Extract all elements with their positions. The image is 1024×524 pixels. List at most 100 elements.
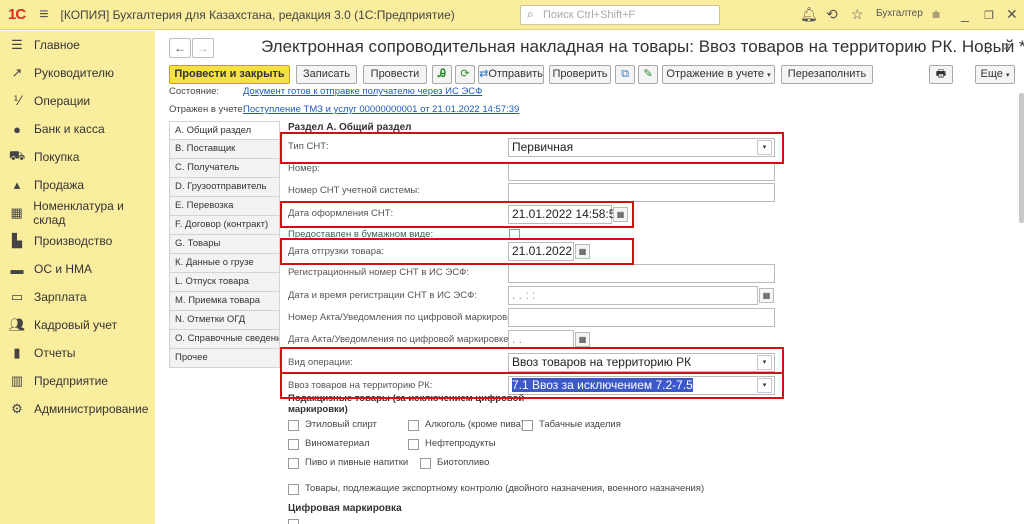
digital-marking-checkbox[interactable] (288, 519, 299, 524)
excise-checkbox-oil[interactable] (408, 439, 419, 450)
sidebar-item-nomenclature[interactable]: ▦ Номенклатура и склад (0, 199, 155, 227)
tab-release[interactable]: L. Отпуск товара (169, 273, 280, 292)
tab-goods[interactable]: G. Товары (169, 235, 280, 254)
wallet-icon: ▭ (10, 289, 24, 304)
sidebar-item-admin[interactable]: ⚙ Администрирование (0, 395, 155, 423)
restore-icon[interactable]: ❐ (984, 9, 994, 22)
search-input[interactable]: ⌕ Поиск Ctrl+Shift+F (520, 5, 720, 25)
excise-checkbox-alcohol[interactable] (408, 420, 419, 431)
sidebar-item-label: Номенклатура и склад (33, 199, 124, 227)
scrollbar[interactable] (1019, 93, 1024, 223)
document-form: ← → Электронная сопроводительная накладн… (155, 31, 1024, 524)
excise-checkbox-wine[interactable] (288, 439, 299, 450)
building-icon: ▥ (10, 373, 24, 388)
sidebar-item-fixed-assets[interactable]: ▬ ОС и НМА (0, 255, 155, 283)
post-and-close-button[interactable]: Провести и закрыть (169, 65, 290, 84)
cart-icon: ⛟ (8, 148, 26, 163)
number-field[interactable] (508, 162, 775, 181)
history-icon[interactable]: ⟲ (826, 6, 838, 23)
more-actions-icon[interactable]: ⋮ (981, 39, 995, 56)
sidebar-item-label: Кадровый учет (34, 318, 118, 332)
chart-icon: ▮ (13, 345, 21, 360)
send-button[interactable]: ⇄Отправить (478, 65, 544, 84)
truck-icon: ▬ (10, 261, 24, 277)
tab-cargo[interactable]: К. Данные о грузе (169, 254, 280, 273)
sidebar-item-main[interactable]: ☰ Главное (0, 31, 155, 59)
check-button[interactable]: Проверить (549, 65, 611, 84)
act-date-label: Дата Акта/Уведомления по цифровой маркир… (288, 334, 512, 345)
sidebar-item-production[interactable]: ▙ Производство (0, 227, 155, 255)
sidebar-item-manager[interactable]: ↗ Руководителю (0, 59, 155, 87)
excise-checkbox-tobacco[interactable] (522, 420, 533, 431)
star-icon[interactable]: ☆ (851, 6, 864, 23)
reg-number-field[interactable] (508, 264, 775, 283)
forward-button[interactable]: → (192, 38, 214, 58)
posting-journal-icon[interactable]: Ꭿ (432, 65, 452, 84)
send-icon: ⇄ (479, 68, 489, 80)
bell-icon[interactable]: 🔔︎ (800, 6, 818, 23)
export-control-checkbox[interactable] (288, 484, 299, 495)
tab-recipient[interactable]: С. Получатель (169, 159, 280, 178)
excise-checkbox-ethyl[interactable] (288, 420, 299, 431)
reflected-link[interactable]: Поступление ТМЗ и услуг 00000000001 от 2… (243, 104, 519, 115)
minimize-icon[interactable]: _ (961, 6, 969, 22)
sidebar-item-purchase[interactable]: ⛟ Покупка (0, 143, 155, 171)
post-button[interactable]: Провести (363, 65, 427, 84)
edit-icon[interactable]: ✎ (638, 65, 658, 84)
more-button[interactable]: Еще ▾ (975, 65, 1015, 84)
state-link[interactable]: Документ готов к отправке получателю чер… (243, 86, 482, 97)
tab-shipper[interactable]: D. Грузоотправитель (169, 178, 280, 197)
accounting-reflection-dropdown[interactable]: Отражение в учете ▾ (662, 65, 775, 84)
settings-menu-icon[interactable]: ⩧ (932, 6, 940, 23)
close-window-icon[interactable]: ✕ (1006, 6, 1018, 23)
tab-ogd-marks[interactable]: N. Отметки ОГД (169, 311, 280, 330)
page-title: Электронная сопроводительная накладная н… (261, 37, 1024, 56)
trend-icon: ↗ (11, 65, 23, 80)
act-number-field[interactable] (508, 308, 775, 327)
copy-icon[interactable]: ⧉ (615, 65, 635, 84)
user-name[interactable]: Бухгалтер (876, 8, 923, 19)
print-icon[interactable]: 🖶︎ (929, 65, 953, 84)
excise-checkbox-beer[interactable] (288, 458, 299, 469)
sidebar: ☰ Главное ↗ Руководителю ⅟ Операции ● Банк и… (0, 31, 155, 524)
section-tabs: А. Общий раздел В. Поставщик С. Получате… (169, 121, 280, 368)
grid-icon: ▦ (10, 205, 23, 220)
tab-transport[interactable]: Е. Перевозка (169, 197, 280, 216)
calendar-icon[interactable]: ▦ (759, 288, 774, 303)
bank-icon: ● (13, 121, 21, 137)
tab-acceptance[interactable]: М. Приемка товара (169, 292, 280, 311)
sidebar-item-bank[interactable]: ● Банк и касса (0, 115, 155, 143)
refresh-icon[interactable]: ⟳ (455, 65, 475, 84)
sidebar-item-hr[interactable]: 👥︎ Кадровый учет (0, 311, 155, 339)
tab-reference[interactable]: О. Справочные сведения (169, 330, 280, 349)
tab-general[interactable]: А. Общий раздел (169, 121, 280, 140)
reg-date-field[interactable]: . . : : (508, 286, 758, 305)
sidebar-item-enterprise[interactable]: ▥ Предприятие (0, 367, 155, 395)
tab-supplier[interactable]: В. Поставщик (169, 140, 280, 159)
chevron-down-icon: ▾ (1005, 72, 1010, 79)
act-number-label: Номер Акта/Уведомления по цифровой марки… (288, 312, 520, 323)
sidebar-item-operations[interactable]: ⅟ Операции (0, 87, 155, 115)
account-number-field[interactable] (508, 183, 775, 202)
sidebar-item-salary[interactable]: ▭ Зарплата (0, 283, 155, 311)
close-form-icon[interactable]: × (1003, 38, 1011, 54)
app-logo: 1С (8, 6, 26, 23)
back-button[interactable]: ← (169, 38, 191, 58)
more-label: Еще (980, 68, 1003, 80)
main-menu-icon[interactable]: ≡ (39, 6, 48, 24)
send-label: Отправить (488, 68, 543, 80)
refill-button[interactable]: Перезаполнить (781, 65, 873, 84)
excise-label-wine: Виноматериал (305, 438, 370, 449)
search-icon: ⌕ (527, 7, 534, 21)
reflected-label: Отражен в учете: (169, 104, 246, 115)
tab-other[interactable]: Прочее (169, 349, 280, 368)
act-date-value: . . (512, 332, 523, 346)
accounting-label: Отражение в учете (666, 68, 765, 80)
sidebar-item-reports[interactable]: ▮ Отчеты (0, 339, 155, 367)
calendar-icon[interactable]: ▦ (575, 332, 590, 347)
save-button[interactable]: Записать (296, 65, 357, 84)
sidebar-item-label: Предприятие (34, 374, 108, 388)
sidebar-item-sales[interactable]: ▴ Продажа (0, 171, 155, 199)
tab-contract[interactable]: F. Договор (контракт) (169, 216, 280, 235)
excise-checkbox-biofuel[interactable] (420, 458, 431, 469)
